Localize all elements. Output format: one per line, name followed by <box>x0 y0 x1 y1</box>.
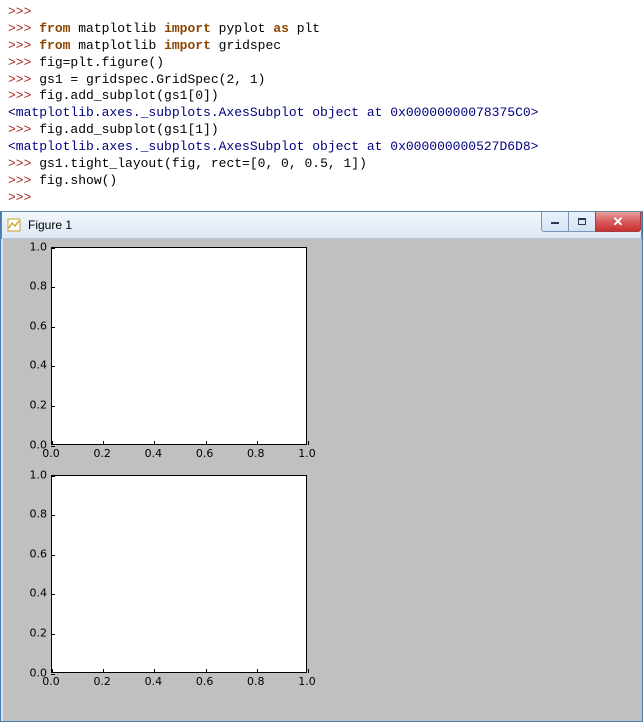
x-tick-label: 0.2 <box>93 675 111 688</box>
console-line: >>> fig=plt.figure() <box>8 55 635 72</box>
x-tick-label: 0.8 <box>247 675 265 688</box>
x-tick-label: 1.0 <box>298 447 316 460</box>
console-line: >>> gs1.tight_layout(fig, rect=[0, 0, 0.… <box>8 156 635 173</box>
figure-canvas[interactable]: 0.00.20.40.60.81.00.00.20.40.60.81.0 0.0… <box>1 239 642 721</box>
console-line: >>> fig.add_subplot(gs1[1]) <box>8 122 635 139</box>
x-tick-labels: 0.00.20.40.60.81.0 <box>51 445 307 461</box>
maximize-icon <box>578 218 586 225</box>
python-console[interactable]: >>>>>> from matplotlib import pyplot as … <box>0 0 643 211</box>
subplot-0: 0.00.20.40.60.81.00.00.20.40.60.81.0 <box>21 247 307 461</box>
x-tick-label: 0.8 <box>247 447 265 460</box>
window-title: Figure 1 <box>28 218 72 232</box>
y-tick-label: 0.2 <box>30 627 48 640</box>
x-tick-label: 0.6 <box>196 675 214 688</box>
app-icon <box>6 217 22 233</box>
y-tick-label: 1.0 <box>30 468 48 481</box>
window-buttons: ✕ <box>542 212 641 232</box>
console-line: >>> from matplotlib import pyplot as plt <box>8 21 635 38</box>
x-tick-labels: 0.00.20.40.60.81.0 <box>51 673 307 689</box>
y-tick-label: 1.0 <box>30 240 48 253</box>
y-tick-label: 0.4 <box>30 359 48 372</box>
minimize-icon <box>551 222 559 224</box>
titlebar[interactable]: Figure 1 ✕ <box>1 211 642 239</box>
console-line: >>> gs1 = gridspec.GridSpec(2, 1) <box>8 72 635 89</box>
y-tick-labels: 0.00.20.40.60.81.0 <box>21 247 49 445</box>
close-button[interactable]: ✕ <box>595 212 641 232</box>
x-tick-label: 1.0 <box>298 675 316 688</box>
x-tick-label: 0.2 <box>93 447 111 460</box>
y-tick-label: 0.6 <box>30 319 48 332</box>
maximize-button[interactable] <box>568 212 596 232</box>
x-tick-label: 0.4 <box>145 675 163 688</box>
figure-window: Figure 1 ✕ 0.0 0.2 0.4 0.6 0.8 1.0 0.0 0.2 0.4 0.… <box>0 211 643 722</box>
y-tick-label: 0.4 <box>30 587 48 600</box>
axes-area <box>51 247 307 445</box>
x-tick-label: 0.4 <box>145 447 163 460</box>
y-tick-label: 0.8 <box>30 508 48 521</box>
x-tick-label: 0.0 <box>42 447 60 460</box>
x-tick-label: 0.6 <box>196 447 214 460</box>
close-icon: ✕ <box>613 215 624 228</box>
console-line: <matplotlib.axes._subplots.AxesSubplot o… <box>8 139 635 156</box>
x-tick-label: 0.0 <box>42 675 60 688</box>
console-line: <matplotlib.axes._subplots.AxesSubplot o… <box>8 105 635 122</box>
y-tick-label: 0.6 <box>30 547 48 560</box>
y-tick-label: 0.8 <box>30 280 48 293</box>
console-line: >>> fig.add_subplot(gs1[0]) <box>8 88 635 105</box>
console-line: >>> from matplotlib import gridspec <box>8 38 635 55</box>
subplot-1: 0.00.20.40.60.81.00.00.20.40.60.81.0 <box>21 475 307 689</box>
console-line: >>> fig.show() <box>8 173 635 190</box>
console-line: >>> <box>8 190 635 207</box>
minimize-button[interactable] <box>541 212 569 232</box>
axes-area <box>51 475 307 673</box>
console-line: >>> <box>8 4 635 21</box>
y-tick-labels: 0.00.20.40.60.81.0 <box>21 475 49 673</box>
y-tick-label: 0.2 <box>30 399 48 412</box>
